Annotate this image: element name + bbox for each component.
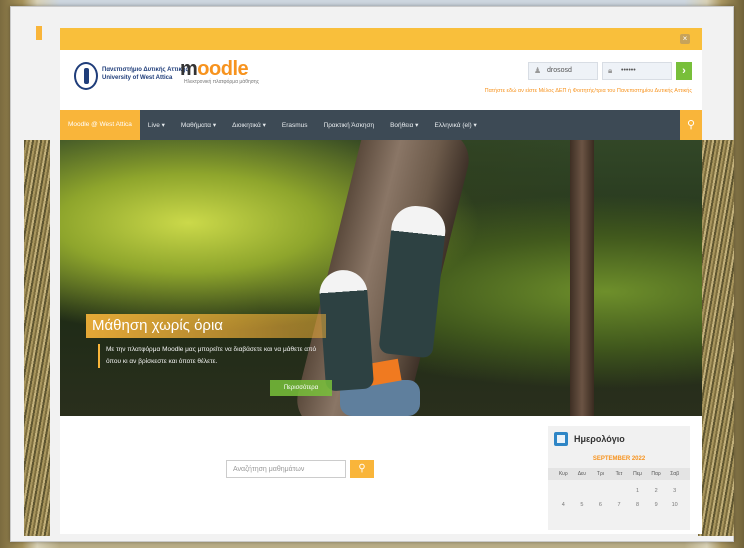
calendar-header: Ημερολόγιο <box>548 426 690 452</box>
nav-item-courses[interactable]: Μαθήματα ▾ <box>173 121 224 129</box>
side-tab[interactable] <box>36 26 42 40</box>
nav-item-live[interactable]: Live ▾ <box>140 121 173 129</box>
weekday: Τρι <box>596 471 604 477</box>
nav-item-internship[interactable]: Πρακτική Άσκηση <box>316 122 383 129</box>
moodle-page: × Πανεπιστήμιο Δυτικής Αττικής Universit… <box>60 28 702 534</box>
nav-brand-link[interactable]: Moodle @ West Attica <box>60 110 140 140</box>
hero-more-button[interactable]: Περισσότερα <box>270 380 332 396</box>
calendar-day[interactable]: 8 <box>631 502 645 508</box>
site-header: Πανεπιστήμιο Δυτικής Αττικής University … <box>60 50 702 110</box>
hero-title: Μάθηση χωρίς όρια <box>86 314 326 338</box>
calendar-day[interactable]: 6 <box>593 502 607 508</box>
username-field[interactable]: ♟ drososd <box>528 62 598 80</box>
calendar-month[interactable]: SEPTEMBER 2022 <box>548 456 690 462</box>
calendar-icon <box>554 432 568 446</box>
hero-image-tree <box>570 140 594 416</box>
weekday: Δευ <box>577 471 586 477</box>
password-field[interactable]: 🔒︎ •••••• <box>602 62 672 80</box>
calendar-weekdays: Κυρ Δευ Τρι Τετ Πεμ Παρ Σαβ <box>548 468 690 480</box>
calendar-day[interactable]: 1 <box>631 488 645 494</box>
calendar-day[interactable] <box>556 488 570 494</box>
nav-item-help[interactable]: Βοήθεια ▾ <box>382 121 426 129</box>
calendar-day[interactable]: 5 <box>575 502 589 508</box>
calendar-day[interactable]: 9 <box>649 502 663 508</box>
calendar-day[interactable] <box>575 488 589 494</box>
login-help-link[interactable]: Πατήστε εδώ αν είστε Μέλος ΔΕΠ ή Φοιτητή… <box>485 88 692 94</box>
calendar-title: Ημερολόγιο <box>574 434 625 444</box>
hero-image-shoe-left <box>317 268 375 392</box>
main-navbar: Moodle @ West Attica Live ▾ Μαθήματα ▾ Δ… <box>60 110 702 140</box>
calendar-week-row: 1 2 3 <box>548 488 690 494</box>
nav-search-icon[interactable]: ⚲ <box>680 110 702 140</box>
course-search-icon[interactable]: ⚲ <box>350 460 374 478</box>
moodle-logo[interactable]: moodle Ηλεκτρονική πλατφόρμα μάθησης <box>180 58 259 85</box>
main-content: Αναζήτηση μαθημάτων ⚲ Ημερολόγιο SEPTEMB… <box>60 416 702 534</box>
calendar-week-row: 4 5 6 7 8 9 10 <box>548 502 690 508</box>
weekday: Πεμ <box>633 471 642 477</box>
background-grass-left <box>24 140 50 536</box>
calendar-day[interactable]: 7 <box>612 502 626 508</box>
lock-icon: 🔒︎ <box>608 66 613 75</box>
weekday: Παρ <box>651 471 661 477</box>
background-grass-right <box>698 140 734 536</box>
hero-slider: Μάθηση χωρίς όρια Με την πλατφόρμα Moodl… <box>60 140 702 416</box>
username-value: drososd <box>547 67 572 74</box>
university-name-english: University of West Attica <box>102 75 173 81</box>
notice-close-icon[interactable]: × <box>680 34 690 44</box>
moodle-logo-rest: oodle <box>197 58 249 80</box>
user-icon: ♟ <box>534 66 542 75</box>
hero-text: Με την πλατφόρμα Moodle μας μπορείτε να … <box>98 344 322 368</box>
nav-item-erasmus[interactable]: Erasmus <box>274 122 316 129</box>
weekday: Κυρ <box>558 471 568 477</box>
calendar-day[interactable]: 4 <box>556 502 570 508</box>
calendar-day[interactable] <box>612 488 626 494</box>
moodle-logo-m: m <box>180 58 198 80</box>
calendar-day[interactable] <box>593 488 607 494</box>
calendar-block: Ημερολόγιο SEPTEMBER 2022 Κυρ Δευ Τρι Τε… <box>548 426 690 530</box>
moodle-tagline: Ηλεκτρονική πλατφόρμα μάθησης <box>184 79 260 85</box>
calendar-day[interactable]: 3 <box>668 488 682 494</box>
university-name-greek: Πανεπιστήμιο Δυτικής Αττικής <box>102 67 189 73</box>
password-value: •••••• <box>621 67 636 74</box>
university-logo-icon[interactable] <box>74 62 98 90</box>
login-submit-button[interactable]: › <box>676 62 692 80</box>
weekday: Σαβ <box>670 471 680 477</box>
course-search-input[interactable]: Αναζήτηση μαθημάτων <box>226 460 346 478</box>
calendar-day[interactable]: 10 <box>668 502 682 508</box>
notice-bar: × <box>60 28 702 50</box>
weekday: Τετ <box>615 471 623 477</box>
nav-item-administrative[interactable]: Διοικητικά ▾ <box>224 121 274 129</box>
nav-item-language[interactable]: Ελληνικά (el) ▾ <box>426 121 484 129</box>
calendar-day[interactable]: 2 <box>649 488 663 494</box>
university-name: Πανεπιστήμιο Δυτικής Αττικής University … <box>102 66 189 82</box>
